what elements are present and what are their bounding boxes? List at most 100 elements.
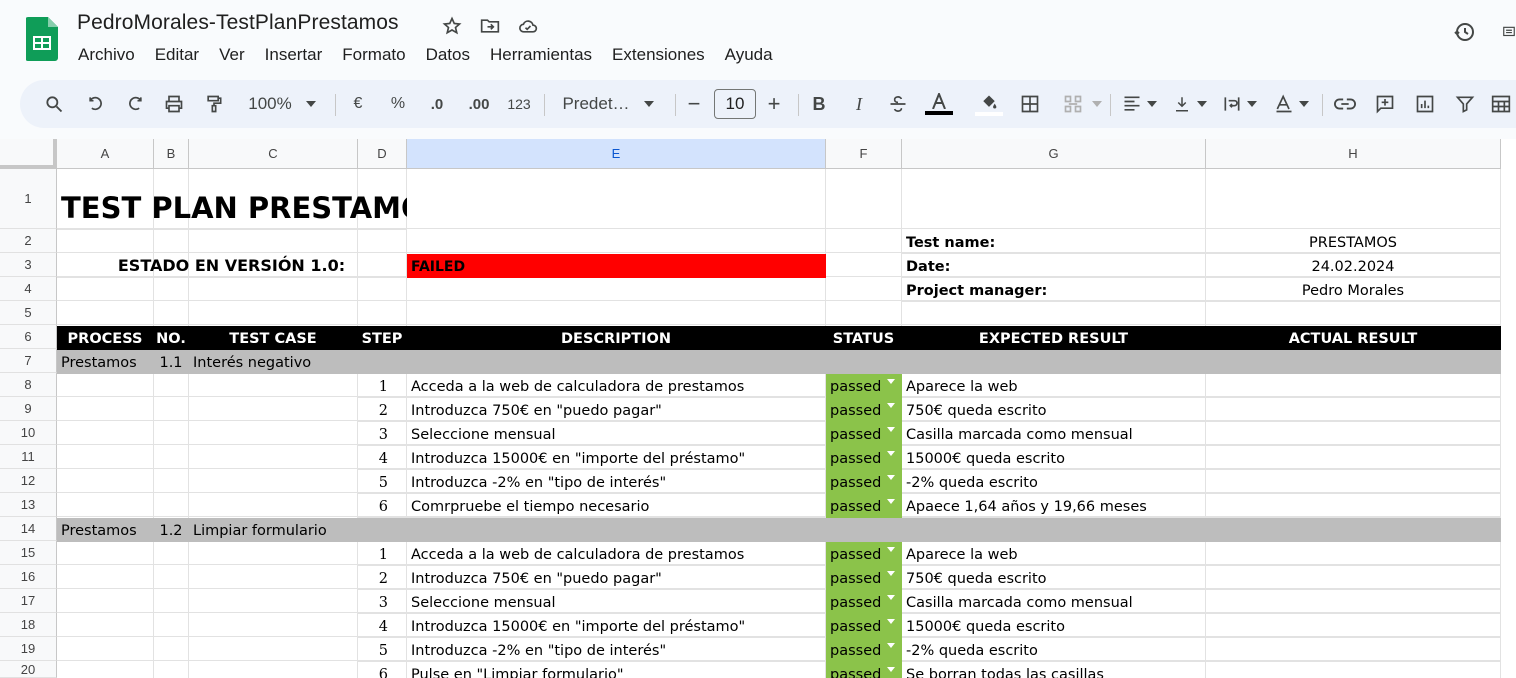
history-icon[interactable] — [1452, 20, 1476, 44]
redo-icon[interactable] — [121, 80, 149, 128]
chevron-down-icon[interactable] — [1196, 80, 1208, 128]
column-title-no[interactable]: NO. — [154, 326, 189, 350]
grid-cell[interactable] — [57, 397, 154, 421]
row-header-9[interactable]: 9 — [0, 397, 57, 421]
date-label[interactable]: Date: — [902, 254, 1206, 278]
column-header-h[interactable]: H — [1206, 139, 1501, 169]
expected-result-cell[interactable]: Apaece 1,64 años y 19,66 meses — [902, 494, 1206, 518]
actual-result-cell[interactable] — [1206, 590, 1501, 614]
dropdown-arrow-icon[interactable] — [887, 619, 895, 624]
grid-cell[interactable] — [154, 397, 189, 421]
dropdown-arrow-icon[interactable] — [887, 643, 895, 648]
status-dropdown[interactable]: passed — [826, 398, 902, 422]
grid-cell[interactable] — [358, 277, 407, 301]
borders-icon[interactable] — [1018, 80, 1042, 128]
expected-result-cell[interactable]: Casilla marcada como mensual — [902, 590, 1206, 614]
test-name-label[interactable]: Test name: — [902, 230, 1206, 254]
grid-cell[interactable] — [826, 253, 902, 277]
dropdown-arrow-icon[interactable] — [887, 571, 895, 576]
column-title-status[interactable]: STATUS — [826, 326, 902, 350]
grid-cell[interactable] — [154, 613, 189, 637]
step-number-cell[interactable]: 3 — [358, 590, 407, 614]
menu-herramientas[interactable]: Herramientas — [480, 43, 602, 67]
dropdown-arrow-icon[interactable] — [887, 451, 895, 456]
step-number-cell[interactable]: 5 — [358, 638, 407, 662]
step-number-cell[interactable]: 1 — [358, 542, 407, 566]
project-manager-label[interactable]: Project manager: — [902, 278, 1206, 302]
actual-result-cell[interactable] — [1206, 494, 1501, 518]
grid-cell[interactable] — [189, 421, 358, 445]
grid-cell[interactable] — [57, 565, 154, 589]
step-number-cell[interactable]: 3 — [358, 422, 407, 446]
column-header-c[interactable]: C — [189, 139, 358, 169]
row-header-11[interactable]: 11 — [0, 445, 57, 469]
actual-result-cell[interactable] — [1206, 470, 1501, 494]
column-header-e[interactable]: E — [407, 139, 826, 169]
grid-cell[interactable] — [407, 277, 826, 301]
grid-cell[interactable] — [189, 229, 358, 253]
step-number-cell[interactable]: 1 — [358, 374, 407, 398]
font-size-decrease-icon[interactable]: − — [684, 80, 704, 128]
grid-cell[interactable] — [154, 421, 189, 445]
zoom-select[interactable]: 100% — [242, 80, 298, 128]
row-header-4[interactable]: 4 — [0, 277, 57, 301]
grid-cell[interactable] — [57, 277, 154, 301]
expected-result-cell[interactable]: 750€ queda escrito — [902, 398, 1206, 422]
expected-result-cell[interactable]: -2% queda escrito — [902, 470, 1206, 494]
menu-ayuda[interactable]: Ayuda — [715, 43, 783, 67]
test-name-value[interactable]: PRESTAMOS — [1206, 230, 1501, 254]
description-cell[interactable]: Seleccione mensual — [407, 422, 826, 446]
grid-cell[interactable] — [57, 301, 154, 325]
menu-extensiones[interactable]: Extensiones — [602, 43, 715, 67]
grid-cell[interactable] — [154, 445, 189, 469]
grid-cell[interactable] — [154, 541, 189, 565]
font-size-input[interactable]: 10 — [714, 89, 756, 119]
row-header-8[interactable]: 8 — [0, 373, 57, 397]
grid-cell[interactable] — [154, 637, 189, 661]
actual-result-cell[interactable] — [1206, 422, 1501, 446]
text-color-icon[interactable] — [924, 80, 954, 128]
column-title-process[interactable]: PROCESS — [57, 326, 154, 350]
grid-cell[interactable] — [826, 301, 902, 325]
actual-result-cell[interactable] — [1206, 374, 1501, 398]
status-dropdown[interactable]: passed — [826, 662, 902, 678]
status-dropdown[interactable]: passed — [826, 374, 902, 398]
print-icon[interactable] — [160, 80, 188, 128]
grid-cell[interactable] — [57, 469, 154, 493]
grid-cell[interactable] — [154, 493, 189, 517]
grid-cell[interactable] — [189, 301, 358, 325]
expected-result-cell[interactable]: Casilla marcada como mensual — [902, 422, 1206, 446]
description-cell[interactable]: Comrpruebe el tiempo necesario — [407, 494, 826, 518]
grid-cell[interactable] — [189, 589, 358, 613]
grid-cell[interactable] — [57, 637, 154, 661]
move-folder-icon[interactable] — [478, 14, 502, 38]
column-header-g[interactable]: G — [902, 139, 1206, 169]
dropdown-arrow-icon[interactable] — [887, 547, 895, 552]
grid-cell[interactable] — [189, 493, 358, 517]
row-header-15[interactable]: 15 — [0, 541, 57, 565]
chart-icon[interactable] — [1412, 80, 1438, 128]
table-icon[interactable] — [1488, 80, 1514, 128]
description-cell[interactable]: Introduzca -2% en "tipo de interés" — [407, 470, 826, 494]
select-all-corner[interactable] — [0, 139, 57, 169]
filter-icon[interactable] — [1452, 80, 1478, 128]
grid-cell[interactable] — [57, 613, 154, 637]
grid-cell[interactable] — [826, 169, 902, 229]
grid-cell[interactable] — [57, 661, 154, 678]
actual-result-cell[interactable] — [1206, 566, 1501, 590]
percent-format-button[interactable]: % — [386, 80, 410, 128]
description-cell[interactable]: Acceda a la web de calculadora de presta… — [407, 374, 826, 398]
grid-cell[interactable] — [358, 229, 407, 253]
spreadsheet-grid[interactable]: A B C D E F G H 1 2 3 4 5 6 7 8 9 10 11 12 13 14 15 16 17 18 19 20 T… — [0, 139, 1516, 678]
dropdown-arrow-icon[interactable] — [887, 499, 895, 504]
description-cell[interactable]: Acceda a la web de calculadora de presta… — [407, 542, 826, 566]
grid-cell[interactable] — [1206, 169, 1501, 229]
grid-cell[interactable] — [154, 661, 189, 678]
chevron-down-icon[interactable] — [1298, 80, 1310, 128]
chevron-down-icon[interactable] — [1146, 80, 1158, 128]
process-cell[interactable]: Prestamos — [57, 350, 154, 374]
column-title-step[interactable]: STEP — [358, 326, 407, 350]
grid-cell[interactable] — [189, 277, 358, 301]
grid-cell[interactable] — [154, 229, 189, 253]
expected-result-cell[interactable]: Aparece la web — [902, 542, 1206, 566]
